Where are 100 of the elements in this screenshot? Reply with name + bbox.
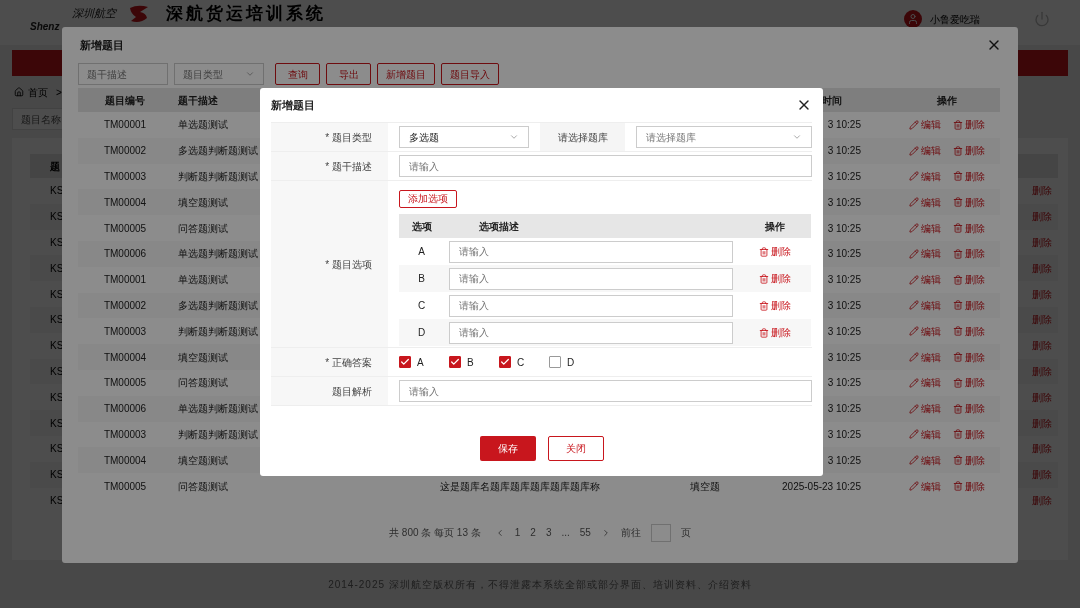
page-link[interactable]: ... bbox=[561, 525, 570, 541]
option-letter: B bbox=[418, 272, 425, 286]
edit-link[interactable]: 编辑 bbox=[908, 220, 941, 236]
type-select[interactable]: 多选题 bbox=[399, 126, 529, 148]
page-link[interactable]: 2 bbox=[530, 525, 536, 541]
delete-link[interactable]: 删除 bbox=[758, 271, 791, 286]
table-cell-text: 填空题测试 bbox=[178, 195, 228, 210]
form-label: * 题目类型 bbox=[325, 130, 372, 145]
delete-link[interactable]: 删除 bbox=[1032, 312, 1052, 328]
pencil-icon bbox=[908, 377, 919, 388]
delete-link[interactable]: 删除 bbox=[952, 452, 985, 468]
table-cell-text: TM00005 bbox=[103, 221, 147, 236]
trash-icon bbox=[952, 197, 963, 208]
edit-link[interactable]: 编辑 bbox=[908, 117, 941, 133]
edit-link[interactable]: 编辑 bbox=[908, 297, 941, 313]
page-link[interactable]: 1 bbox=[514, 525, 521, 541]
edit-link[interactable]: 编辑 bbox=[908, 272, 941, 288]
delete-link[interactable]: 删除 bbox=[1032, 260, 1052, 276]
edit-link[interactable]: 编辑 bbox=[908, 478, 941, 494]
trash-icon bbox=[952, 223, 963, 234]
save-button[interactable]: 保存 bbox=[479, 436, 536, 461]
edit-link[interactable]: 编辑 bbox=[908, 401, 941, 417]
page-input[interactable] bbox=[650, 523, 671, 542]
delete-link[interactable]: 删除 bbox=[1032, 209, 1052, 225]
delete-link[interactable]: 删除 bbox=[952, 297, 985, 313]
search-field[interactable]: 题干描述 bbox=[78, 63, 168, 85]
delete-link[interactable]: 删除 bbox=[1032, 286, 1052, 302]
delete-link[interactable]: 删除 bbox=[952, 426, 985, 442]
table-cell-text: 填空题 bbox=[690, 479, 720, 494]
delete-link[interactable]: 删除 bbox=[952, 375, 985, 391]
delete-link[interactable]: 删除 bbox=[1032, 338, 1052, 354]
column-header: 操作 bbox=[936, 93, 957, 108]
trash-icon bbox=[952, 352, 963, 363]
delete-link[interactable]: 删除 bbox=[952, 220, 985, 236]
checkbox[interactable] bbox=[449, 356, 461, 368]
delete-link[interactable]: 删除 bbox=[1032, 235, 1052, 250]
analysis-input[interactable]: 请输入 bbox=[399, 380, 812, 402]
page-link[interactable]: 3 bbox=[545, 525, 552, 541]
action-button[interactable]: 导出 bbox=[326, 63, 371, 85]
trash-icon bbox=[952, 377, 963, 388]
column-header: 题目编号 bbox=[105, 93, 145, 108]
delete-link[interactable]: 删除 bbox=[1032, 441, 1052, 457]
column-header: 操作 bbox=[764, 219, 785, 234]
delete-link[interactable]: 删除 bbox=[952, 246, 985, 262]
delete-link[interactable]: 删除 bbox=[952, 349, 985, 365]
delete-link[interactable]: 删除 bbox=[952, 323, 985, 339]
option-input[interactable]: 请输入 bbox=[449, 267, 733, 290]
edit-link[interactable]: 编辑 bbox=[908, 323, 941, 339]
pencil-icon bbox=[908, 274, 919, 285]
close-button[interactable]: 关闭 bbox=[547, 436, 604, 461]
option-input[interactable]: 请输入 bbox=[449, 321, 733, 344]
delete-link[interactable]: 删除 bbox=[1032, 363, 1052, 379]
delete-link[interactable]: 删除 bbox=[952, 194, 985, 210]
table-cell-text: TM00004 bbox=[103, 453, 147, 468]
delete-link[interactable]: 删除 bbox=[952, 117, 985, 133]
edit-link[interactable]: 编辑 bbox=[908, 246, 941, 262]
table-cell-text: 2025-05-23 10:25 bbox=[782, 479, 861, 494]
option-input[interactable]: 请输入 bbox=[449, 240, 733, 263]
edit-link[interactable]: 编辑 bbox=[908, 375, 941, 391]
checkbox[interactable] bbox=[399, 356, 411, 368]
action-button[interactable]: 查询 bbox=[275, 63, 320, 85]
delete-link[interactable]: 删除 bbox=[758, 325, 791, 340]
delete-link[interactable]: 删除 bbox=[758, 298, 791, 313]
delete-link[interactable]: 删除 bbox=[1032, 183, 1052, 199]
table-cell-text: 3 10:25 bbox=[827, 350, 861, 365]
column-header: 题干描述 bbox=[178, 93, 218, 108]
add-option-button[interactable]: 添加选项 bbox=[399, 189, 457, 208]
delete-link[interactable]: 删除 bbox=[758, 244, 791, 259]
delete-link[interactable]: 删除 bbox=[1032, 389, 1052, 405]
delete-link[interactable]: 删除 bbox=[1032, 467, 1052, 483]
checkbox[interactable] bbox=[499, 356, 511, 368]
page-link[interactable]: 55 bbox=[579, 525, 591, 541]
breadcrumb-link[interactable]: 首页 bbox=[28, 84, 48, 100]
dialog-title: 新增题目 bbox=[79, 37, 124, 53]
edit-link[interactable]: 编辑 bbox=[908, 426, 941, 442]
table-cell-text: TM00003 bbox=[103, 427, 147, 442]
stem-input[interactable]: 请输入 bbox=[399, 155, 812, 177]
edit-link[interactable]: 编辑 bbox=[908, 194, 941, 210]
table-cell-text: TM00002 bbox=[103, 298, 147, 313]
type-select[interactable]: 题目类型 bbox=[174, 63, 264, 85]
table-cell-text: TM00005 bbox=[103, 376, 147, 391]
bank-select[interactable]: 请选择题库 bbox=[636, 126, 812, 148]
delete-link[interactable]: 删除 bbox=[952, 478, 985, 494]
edit-link[interactable]: 编辑 bbox=[908, 452, 941, 468]
delete-link[interactable]: 删除 bbox=[952, 272, 985, 288]
delete-link[interactable]: 删除 bbox=[1032, 492, 1052, 508]
pencil-icon bbox=[908, 403, 919, 414]
delete-link[interactable]: 删除 bbox=[952, 401, 985, 417]
action-button[interactable]: 新增题目 bbox=[377, 63, 435, 85]
delete-link[interactable]: 删除 bbox=[1032, 415, 1052, 431]
trash-icon bbox=[952, 145, 963, 156]
table-cell-text: 3 10:25 bbox=[827, 298, 861, 313]
option-input[interactable]: 请输入 bbox=[449, 294, 733, 317]
trash-icon bbox=[758, 327, 769, 338]
checkbox[interactable] bbox=[549, 356, 561, 368]
action-button[interactable]: 题目导入 bbox=[441, 63, 499, 85]
table-cell-text: 填空题测试 bbox=[178, 350, 228, 365]
edit-link[interactable]: 编辑 bbox=[908, 349, 941, 365]
pencil-icon bbox=[908, 119, 919, 130]
home-icon[interactable] bbox=[14, 87, 24, 97]
